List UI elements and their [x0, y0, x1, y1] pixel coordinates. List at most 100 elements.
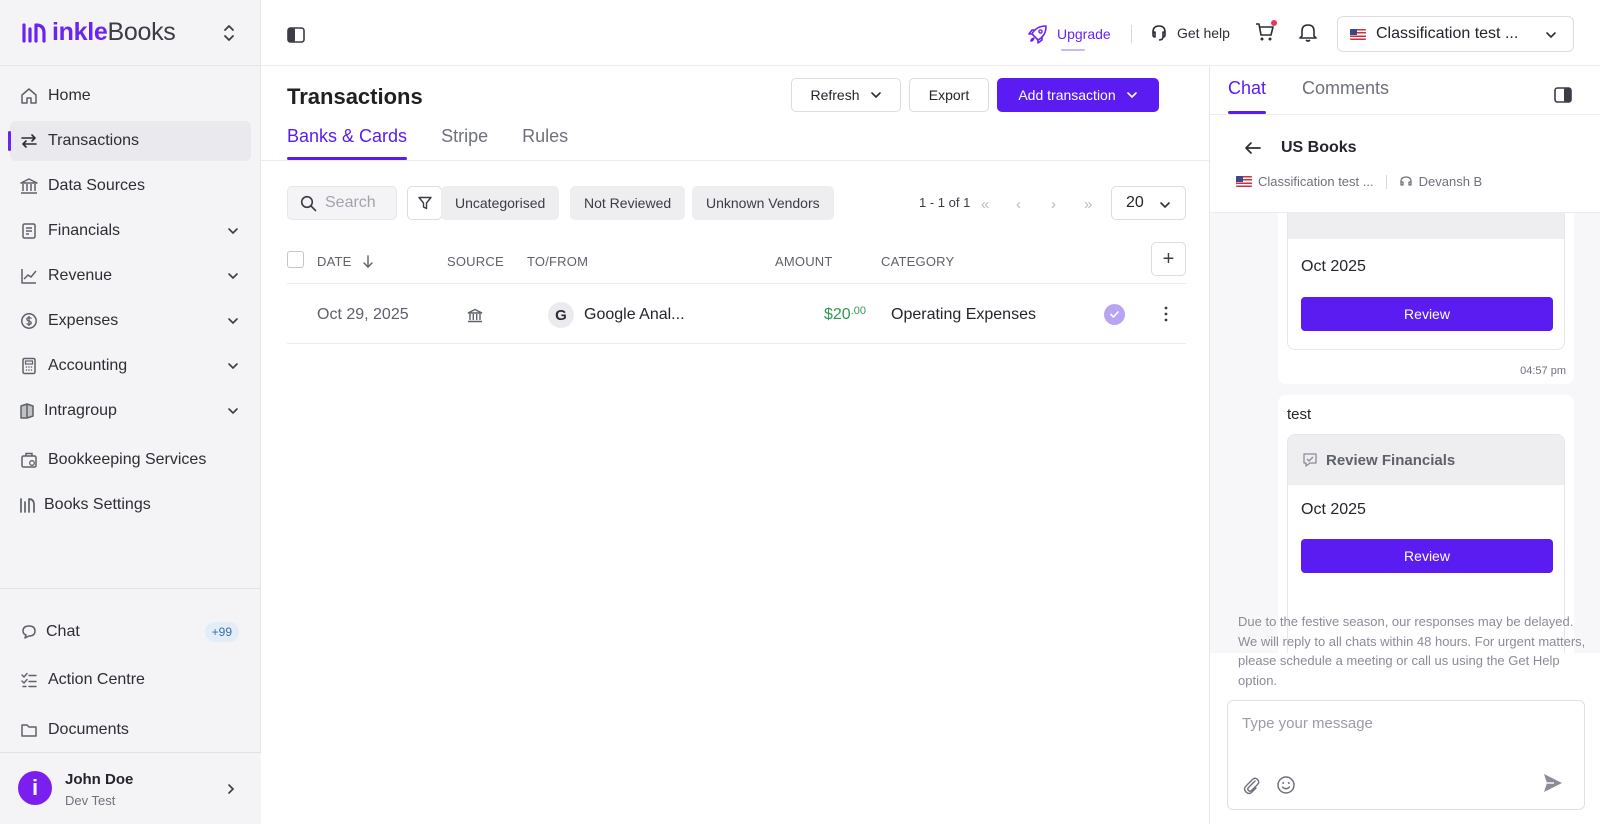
divider — [0, 65, 261, 66]
sidebar: inkleBooks Home Transactions Data Source… — [0, 0, 261, 824]
filter-button[interactable] — [407, 186, 442, 220]
chat-notice: Due to the festive season, our responses… — [1238, 614, 1586, 688]
refresh-button[interactable]: Refresh — [791, 78, 901, 112]
chevron-down-icon — [1546, 32, 1556, 39]
next-page-button[interactable]: › — [1051, 196, 1056, 213]
message-timestamp: 04:57 pm — [1520, 365, 1566, 377]
sidebar-item-action-centre[interactable]: Action Centre — [10, 660, 251, 700]
vendor-avatar: G — [548, 302, 574, 328]
sidebar-item-revenue[interactable]: Revenue — [10, 256, 251, 296]
add-transaction-button[interactable]: Add transaction — [997, 78, 1159, 112]
sidebar-item-books-settings[interactable]: Books Settings — [10, 485, 251, 525]
upgrade-label: Upgrade — [1057, 26, 1111, 42]
column-header-label: DATE — [317, 254, 352, 269]
app-window: inkleBooks Home Transactions Data Source… — [0, 0, 1600, 824]
sidebar-item-documents[interactable]: Documents — [10, 710, 251, 750]
chat-agent: Devansh B — [1418, 174, 1483, 189]
sidebar-item-label: Books Settings — [44, 496, 151, 513]
checklist-icon — [21, 672, 37, 688]
attachment-icon[interactable] — [1242, 775, 1260, 795]
user-profile[interactable]: i John Doe Dev Test — [0, 752, 261, 824]
filter-chip-not-reviewed[interactable]: Not Reviewed — [570, 186, 686, 220]
prev-page-button[interactable]: ‹ — [1016, 196, 1021, 213]
sidebar-item-chat[interactable]: Chat +99 — [10, 612, 251, 652]
entity-name: Classification test ... — [1376, 25, 1519, 42]
search-input[interactable] — [325, 194, 395, 212]
sidebar-item-accounting[interactable]: Accounting — [10, 346, 251, 386]
message-input[interactable] — [1242, 715, 1562, 755]
emoji-icon[interactable] — [1276, 775, 1296, 795]
select-all-checkbox[interactable] — [287, 251, 304, 268]
filter-chip-uncategorised[interactable]: Uncategorised — [441, 186, 560, 220]
row-vendor[interactable]: Google Anal... — [584, 306, 685, 324]
page-size-select[interactable]: 20 — [1111, 186, 1186, 220]
tab-banks-cards[interactable]: Banks & Cards — [287, 126, 408, 160]
add-transaction-label: Add transaction — [1018, 87, 1116, 103]
column-header-category: CATEGORY — [881, 254, 955, 269]
notification-dot — [1271, 20, 1277, 26]
sidebar-item-label: Revenue — [48, 267, 113, 284]
export-button[interactable]: Export — [909, 78, 989, 112]
column-header-amount: AMOUNT — [775, 254, 833, 269]
first-page-button[interactable]: « — [981, 196, 989, 213]
send-icon[interactable] — [1541, 771, 1565, 795]
last-page-button[interactable]: » — [1084, 196, 1092, 213]
add-column-button[interactable]: + — [1151, 242, 1186, 276]
sidebar-item-transactions[interactable]: Transactions — [8, 121, 251, 161]
review-button[interactable]: Review — [1301, 539, 1553, 573]
reviewed-check-icon[interactable] — [1104, 304, 1125, 325]
amount-cents: .00 — [850, 305, 866, 317]
tab-comments[interactable]: Comments — [1302, 78, 1389, 114]
sidebar-item-data-sources[interactable]: Data Sources — [10, 166, 251, 206]
switch-app-icon[interactable] — [220, 22, 238, 44]
sidebar-item-expenses[interactable]: Expenses — [10, 301, 251, 341]
divider — [287, 343, 1186, 344]
chat-title: US Books — [1281, 139, 1357, 156]
sidebar-item-label: Financials — [48, 222, 121, 239]
chat-meta: Classification test ... Devansh B — [1236, 174, 1482, 189]
chevron-down-icon — [1126, 92, 1137, 99]
message-text: test — [1287, 406, 1312, 423]
more-options-icon[interactable] — [1159, 305, 1173, 323]
bell-icon[interactable] — [1297, 21, 1319, 43]
tab-rules[interactable]: Rules — [522, 126, 568, 160]
divider — [1131, 25, 1132, 43]
sidebar-item-financials[interactable]: Financials — [10, 211, 251, 251]
review-button[interactable]: Review — [1301, 297, 1553, 331]
entity-selector[interactable]: Classification test ... — [1337, 16, 1574, 52]
row-amount: $20.00 — [824, 305, 866, 324]
sidebar-item-intragroup[interactable]: Intragroup — [10, 391, 251, 431]
panel-toggle-icon[interactable] — [1554, 87, 1572, 103]
refresh-label: Refresh — [810, 87, 860, 103]
sidebar-item-label: Expenses — [48, 312, 119, 329]
sidebar-item-label: Data Sources — [48, 177, 145, 194]
sidebar-item-home[interactable]: Home — [10, 76, 251, 116]
profile-name: John Doe — [65, 771, 134, 788]
brand-logo[interactable]: inkleBooks — [22, 16, 176, 48]
headset-icon — [1152, 25, 1166, 41]
sidebar-item-label: Intragroup — [44, 402, 117, 419]
row-category[interactable]: Operating Expenses — [891, 306, 1036, 324]
filter-chip-unknown-vendors[interactable]: Unknown Vendors — [692, 186, 834, 220]
logo-bars-icon — [22, 23, 46, 43]
main-content: Transactions Refresh Export Add transact… — [261, 66, 1209, 824]
settings-chart-icon — [20, 498, 35, 513]
chevron-down-icon — [228, 228, 238, 235]
column-header-date[interactable]: DATE — [317, 254, 374, 269]
upgrade-button[interactable]: Upgrade — [1027, 23, 1111, 45]
sidebar-item-bookkeeping-services[interactable]: Bookkeeping Services — [10, 440, 251, 480]
tab-stripe[interactable]: Stripe — [441, 126, 488, 160]
back-arrow-icon[interactable] — [1244, 140, 1262, 156]
sidebar-toggle-icon[interactable] — [287, 27, 305, 43]
chevron-down-icon — [870, 92, 881, 99]
get-help-button[interactable]: Get help — [1149, 23, 1230, 43]
book-icon — [20, 403, 34, 419]
tab-chat[interactable]: Chat — [1228, 78, 1267, 114]
chat-entity: Classification test ... — [1258, 174, 1374, 189]
panel-tabs: Chat Comments — [1228, 78, 1389, 114]
upgrade-indicator — [1061, 49, 1085, 51]
transaction-tabs: Banks & Cards Stripe Rules — [287, 126, 568, 160]
us-flag-icon — [1350, 28, 1366, 40]
review-card: Oct 2025 Review — [1287, 213, 1565, 350]
calculator-icon — [22, 357, 36, 375]
